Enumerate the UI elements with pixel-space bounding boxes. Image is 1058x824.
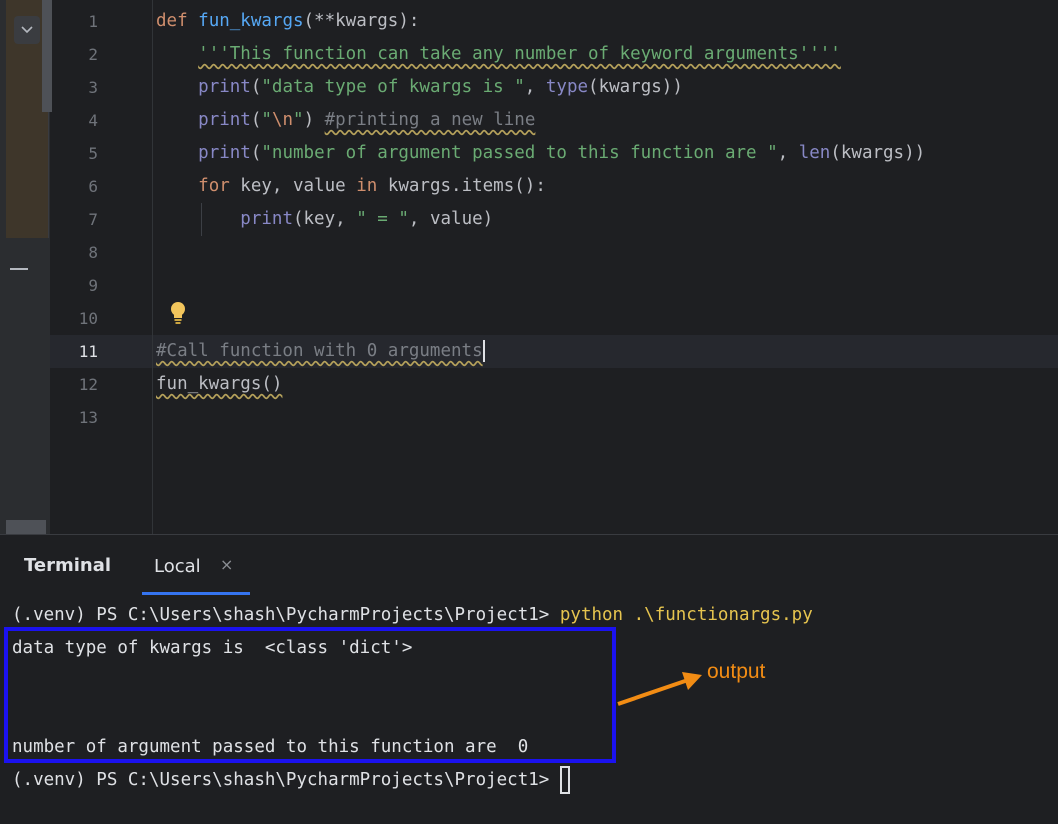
code-text: , [777, 143, 799, 163]
code-line-7[interactable]: print(key, " = ", value) [156, 203, 925, 236]
builtin-print: print [240, 209, 293, 229]
text-caret [482, 340, 485, 362]
collapse-icon[interactable] [10, 268, 28, 270]
lightbulb-icon[interactable] [168, 300, 188, 326]
string-literal: "data type of kwargs is " [261, 77, 525, 97]
builtin-print: print [198, 143, 251, 163]
shell-command: python .\functionargs.py [559, 605, 813, 625]
code-line-3[interactable]: print("data type of kwargs is ", type(kw… [156, 71, 925, 104]
code-line-5[interactable]: print("number of argument passed to this… [156, 137, 925, 170]
code-area[interactable]: def fun_kwargs(**kwargs): '''This functi… [156, 5, 925, 434]
builtin-print: print [198, 77, 251, 97]
line-number: 1 [88, 12, 98, 31]
code-text: key, value [229, 176, 357, 196]
terminal-title: Terminal [24, 555, 112, 576]
tab-active-indicator [142, 592, 250, 595]
line-number: 9 [88, 276, 98, 295]
keyword-def: def [156, 11, 188, 31]
code-text: (kwargs)) [588, 77, 683, 97]
code-line-12[interactable]: fun_kwargs() [156, 368, 925, 401]
line-number: 6 [88, 177, 98, 196]
shell-prompt: (.venv) PS C:\Users\shash\PycharmProject… [12, 605, 560, 625]
string-literal: " [293, 110, 304, 130]
code-line-9[interactable] [156, 269, 925, 302]
code-line-13[interactable] [156, 401, 925, 434]
line-number-active: 11 [78, 342, 98, 361]
output-highlight-box [4, 627, 616, 763]
terminal-prompt-line[interactable]: (.venv) PS C:\Users\shash\PycharmProject… [12, 764, 813, 797]
terminal-tabbar: Terminal Local × [0, 535, 1058, 595]
string-literal: " = " [356, 209, 409, 229]
code-line-10[interactable] [156, 302, 925, 335]
tab-local[interactable]: Local × [142, 535, 250, 595]
horizontal-scrollbar[interactable] [6, 520, 46, 534]
code-text: (key, [292, 209, 357, 229]
code-text: , [524, 77, 546, 97]
code-text: (**kwargs): [303, 11, 420, 31]
string-literal: "number of argument passed to this funct… [261, 143, 778, 163]
code-editor[interactable]: 1 2 3 4 5 6 7 8 9 10 11 12 13 def fun_kw… [0, 0, 1058, 534]
code-line-6[interactable]: for key, value in kwargs.items(): [156, 170, 925, 203]
builtin-print: print [198, 110, 251, 130]
output-annotation-label: output [707, 660, 766, 683]
line-number: 10 [78, 309, 98, 328]
builtin-len: len [798, 143, 831, 163]
shell-prompt: (.venv) PS C:\Users\shash\PycharmProject… [12, 770, 560, 790]
line-number: 3 [88, 78, 98, 97]
docstring: '''This function can take any number of … [198, 44, 841, 64]
code-text: kwargs.items(): [377, 176, 546, 196]
string-literal: " [261, 110, 272, 130]
function-call: fun_kwargs() [156, 374, 283, 394]
terminal-cursor [559, 766, 570, 794]
line-number: 7 [88, 210, 98, 229]
builtin-type: type [545, 77, 589, 97]
arrow-icon [616, 668, 706, 708]
chevron-down-icon[interactable] [14, 16, 40, 44]
line-number: 5 [88, 144, 98, 163]
code-line-2[interactable]: '''This function can take any number of … [156, 38, 925, 71]
tab-label: Local [154, 556, 201, 577]
keyword-in: in [356, 176, 378, 196]
code-line-4[interactable]: print("\n") #printing a new line [156, 104, 925, 137]
code-text: ) [303, 110, 325, 130]
gutter-divider [152, 0, 153, 534]
code-line-8[interactable] [156, 236, 925, 269]
line-number: 2 [88, 45, 98, 64]
code-comment: #printing a new line [324, 110, 536, 130]
left-tool-strip [0, 0, 52, 534]
close-icon[interactable]: × [220, 555, 233, 574]
line-number: 13 [78, 408, 98, 427]
line-number: 12 [78, 375, 98, 394]
line-number-gutter: 1 2 3 4 5 6 7 8 9 10 11 12 13 [50, 5, 102, 434]
line-number: 4 [88, 111, 98, 130]
function-name: fun_kwargs [198, 11, 304, 31]
code-text: ( [250, 77, 262, 97]
line-number: 8 [88, 243, 98, 262]
code-line-11[interactable]: #Call function with 0 arguments [156, 335, 925, 368]
code-text: (kwargs)) [830, 143, 926, 163]
keyword-for: for [198, 176, 230, 196]
project-panel-stub [6, 0, 52, 238]
code-text: ( [250, 143, 262, 163]
code-line-1[interactable]: def fun_kwargs(**kwargs): [156, 5, 925, 38]
escape-sequence: \n [271, 110, 294, 130]
code-text: , value) [408, 209, 494, 229]
code-text: ( [250, 110, 262, 130]
code-comment: #Call function with 0 arguments [156, 341, 483, 361]
